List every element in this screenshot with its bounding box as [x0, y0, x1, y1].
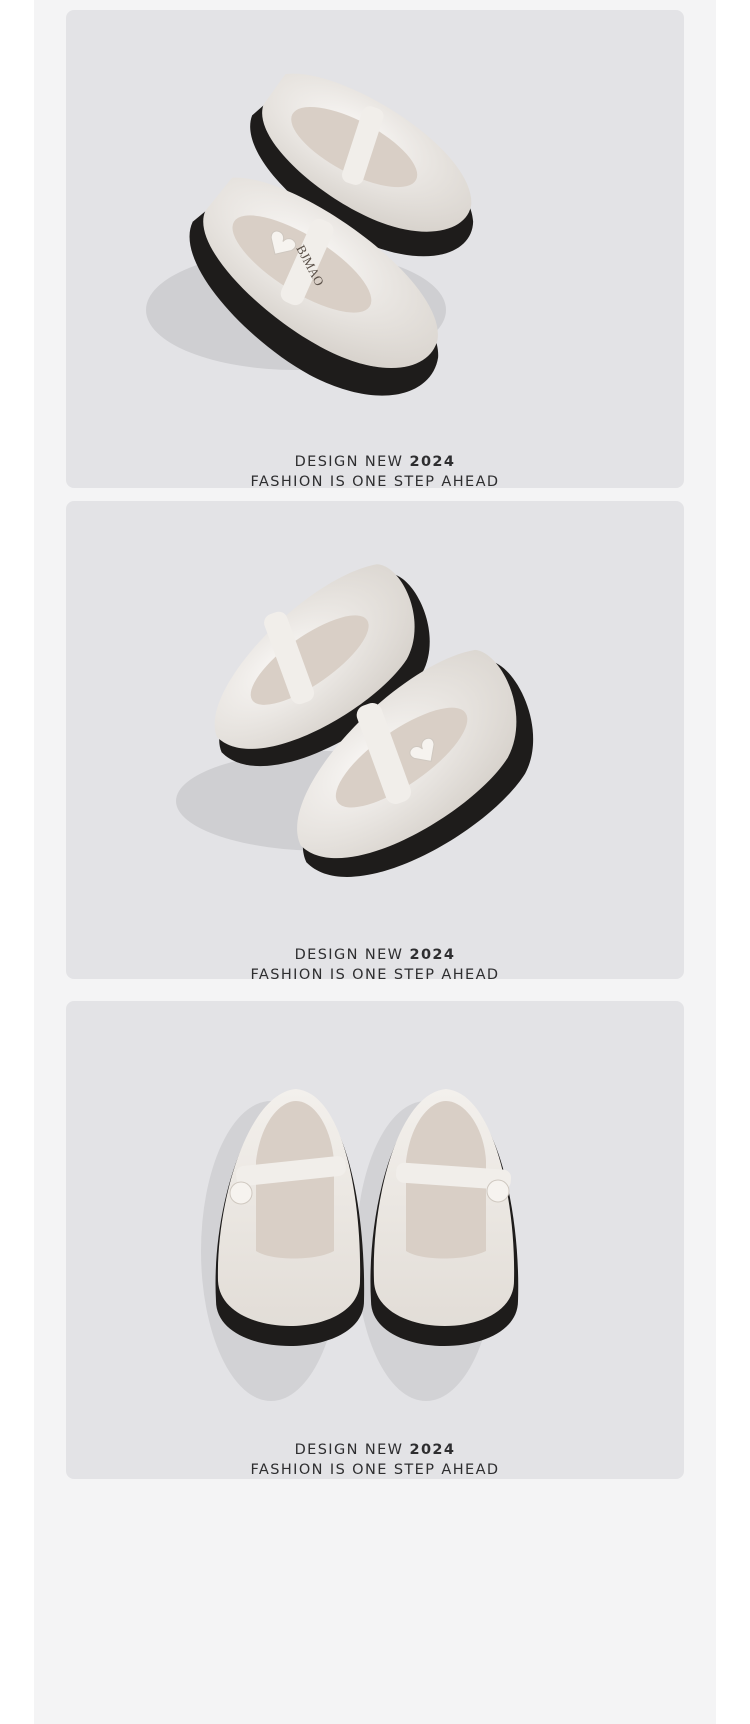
shoe-pair-illustration [201, 1089, 519, 1401]
caption-tagline: FASHION IS ONE STEP AHEAD [250, 967, 500, 983]
caption-design: DESIGN NEW [294, 454, 404, 470]
section-caption: DESIGN NEW 2024 FASHION IS ONE STEP AHEA… [34, 1440, 716, 1480]
product-image-side-view [66, 501, 684, 979]
caption-year: 2024 [409, 1442, 456, 1458]
section-caption: DESIGN NEW 2024 FASHION IS ONE STEP AHEA… [34, 452, 716, 492]
section-caption: DESIGN NEW 2024 FASHION IS ONE STEP AHEA… [34, 945, 716, 985]
caption-year: 2024 [409, 454, 456, 470]
caption-design: DESIGN NEW [294, 947, 404, 963]
product-detail-page: BJMAO DESIGN NEW 2024 FASHION IS ONE STE… [34, 0, 716, 1724]
caption-design: DESIGN NEW [294, 1442, 404, 1458]
product-image-front-view [66, 1001, 684, 1479]
shoe-pair-illustration [176, 564, 534, 877]
caption-year: 2024 [409, 947, 456, 963]
caption-tagline: FASHION IS ONE STEP AHEAD [250, 474, 500, 490]
shoe-pair-illustration: BJMAO [146, 73, 474, 396]
caption-tagline: FASHION IS ONE STEP AHEAD [250, 1462, 500, 1478]
product-image-top-view: BJMAO [66, 10, 684, 488]
